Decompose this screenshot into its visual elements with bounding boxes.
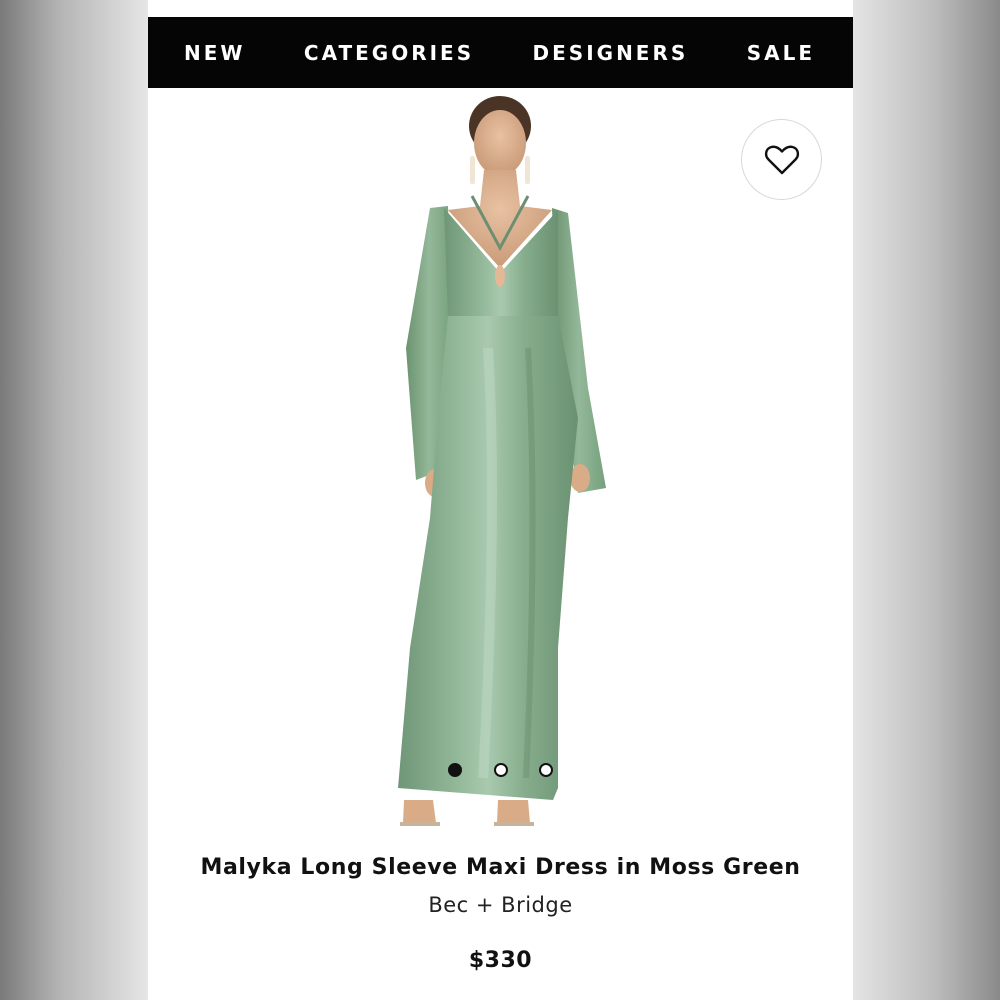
product-brand[interactable]: Bec + Bridge [148,893,853,917]
gallery-dot[interactable] [493,763,508,777]
wishlist-button[interactable] [741,119,822,200]
product-image[interactable] [148,88,853,838]
gallery-dot[interactable] [448,763,462,777]
heart-outline-icon [764,145,799,174]
product-title: Malyka Long Sleeve Maxi Dress in Moss Gr… [200,855,801,880]
backdrop-right [853,0,1000,1000]
nav-item-sale[interactable]: SALE [747,41,815,65]
gallery-pagination [448,762,553,778]
nav-item-designers[interactable]: DESIGNERS [533,41,689,65]
backdrop-left [0,0,148,1000]
top-navigation: NEW CATEGORIES DESIGNERS SALE [148,17,853,88]
gallery-dot[interactable] [539,763,553,777]
product-page: NEW CATEGORIES DESIGNERS SALE Malyka Lon… [148,0,853,1000]
nav-item-new[interactable]: NEW [184,41,245,65]
nav-item-categories[interactable]: CATEGORIES [304,41,474,65]
dress-photo [398,96,606,826]
product-price: $330 [468,948,533,973]
